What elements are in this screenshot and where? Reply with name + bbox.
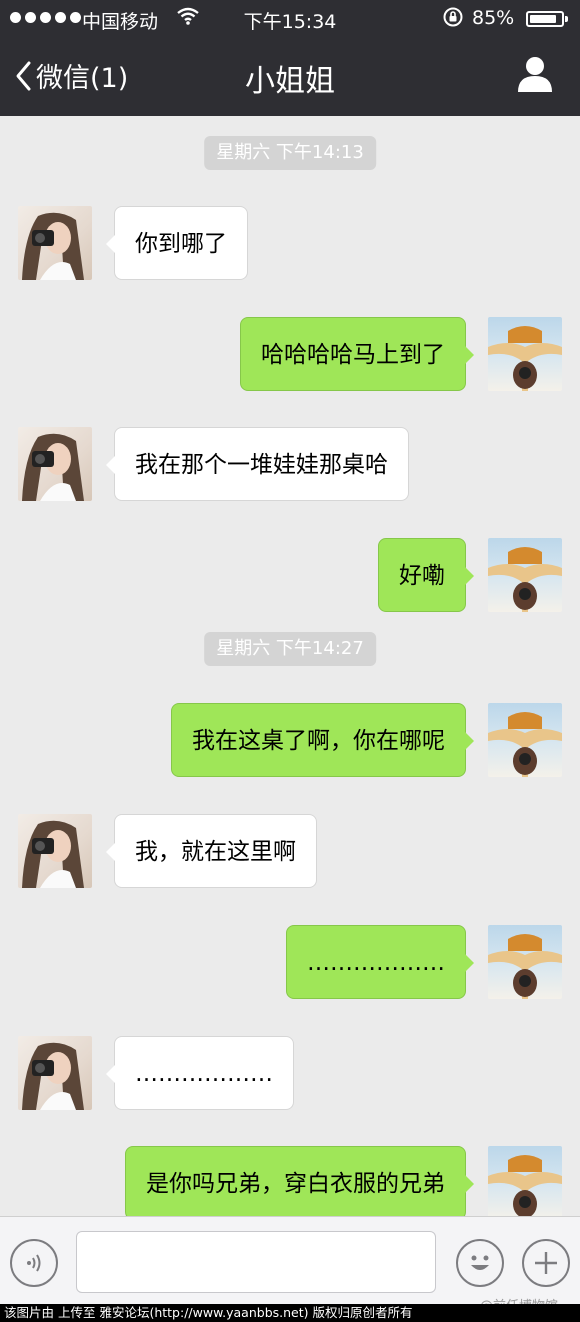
chat-title: 小姐姐 <box>245 64 335 99</box>
source-footer: 该图片由 上传至 雅安论坛(http://www.yaanbbs.net) 版权… <box>0 1304 580 1322</box>
contact-avatar[interactable] <box>18 427 92 501</box>
status-bar: 中国移动 下午15:34 85% <box>0 0 580 40</box>
message-row: 好嘞 <box>0 538 580 614</box>
contact-avatar[interactable] <box>18 1036 92 1110</box>
self-avatar[interactable] <box>488 703 562 777</box>
self-avatar[interactable] <box>488 925 562 999</box>
message-bubble[interactable]: 哈哈哈哈马上到了 <box>240 317 474 391</box>
message-row: 是你吗兄弟，穿白衣服的兄弟 <box>0 1146 580 1216</box>
self-avatar[interactable] <box>488 317 562 391</box>
message-row: 我在这桌了啊，你在哪呢 <box>0 703 580 779</box>
message-row: 你到哪了 <box>0 206 580 282</box>
message-bubble[interactable]: 我在这桌了啊，你在哪呢 <box>171 703 474 777</box>
message-row: 我，就在这里啊 <box>0 814 580 890</box>
contact-avatar[interactable] <box>18 206 92 280</box>
emoji-icon <box>471 1255 489 1270</box>
message-bubble[interactable]: 是你吗兄弟，穿白衣服的兄弟 <box>125 1146 474 1216</box>
nav-bar: 微信(1) 小姐姐 <box>0 40 580 116</box>
message-row: 哈哈哈哈马上到了 <box>0 317 580 393</box>
battery-percentage: 85% <box>472 7 515 29</box>
message-bubble[interactable]: 我，就在这里啊 <box>106 814 317 888</box>
message-row: ……………… <box>0 925 580 1001</box>
message-row: ……………… <box>0 1036 580 1112</box>
self-avatar[interactable] <box>488 538 562 612</box>
message-input[interactable] <box>76 1231 436 1293</box>
chat-message-list[interactable]: 星期六 下午14:13 你到哪了 哈哈哈哈马上到了 我在那个一堆娃娃那桌哈 好嘞… <box>0 116 580 1216</box>
emoji-button[interactable] <box>456 1239 504 1287</box>
message-bubble[interactable]: ……………… <box>106 1036 294 1110</box>
voice-button[interactable] <box>10 1239 58 1287</box>
plus-icon <box>535 1252 557 1274</box>
contact-avatar[interactable] <box>18 814 92 888</box>
battery-icon <box>526 11 568 27</box>
profile-button[interactable] <box>516 54 554 98</box>
input-bar: @前任博物馆 <box>0 1216 580 1314</box>
rotation-lock-icon <box>442 6 464 33</box>
message-bubble[interactable]: 好嘞 <box>378 538 474 612</box>
profile-icon <box>518 57 552 92</box>
more-button[interactable] <box>522 1239 570 1287</box>
timestamp-divider: 星期六 下午14:13 <box>204 136 376 170</box>
message-bubble[interactable]: ……………… <box>286 925 474 999</box>
timestamp-divider: 星期六 下午14:27 <box>204 632 376 666</box>
self-avatar[interactable] <box>488 1146 562 1216</box>
message-bubble[interactable]: 我在那个一堆娃娃那桌哈 <box>106 427 409 501</box>
voice-icon <box>27 1254 41 1272</box>
message-row: 我在那个一堆娃娃那桌哈 <box>0 427 580 503</box>
message-bubble[interactable]: 你到哪了 <box>106 206 248 280</box>
